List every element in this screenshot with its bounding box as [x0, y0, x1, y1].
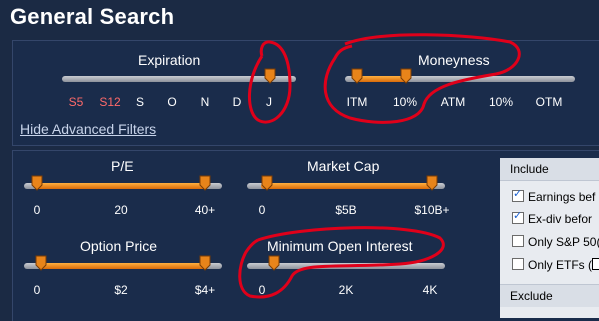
option-price-tick-4plus: $4+ [194, 283, 216, 297]
include-sp500-row[interactable]: Only S&P 50( [512, 235, 599, 249]
option-price-tick-2: $2 [114, 283, 128, 297]
expiration-tick-n: N [200, 95, 210, 109]
market-cap-slider-min-handle[interactable] [261, 175, 273, 191]
min-open-interest-tick-4k: 4K [422, 283, 438, 297]
include-etfs-checkbox[interactable] [512, 258, 524, 270]
pe-tick-0: 0 [33, 203, 41, 217]
market-cap-tick-0: 0 [258, 203, 266, 217]
include-exclude-panel: Include Earnings bef Ex-div befor Only S… [500, 158, 599, 318]
expiration-tick-s: S [135, 95, 145, 109]
pe-tick-40plus: 40+ [194, 203, 216, 217]
include-header: Include [500, 158, 599, 181]
option-price-tick-0: 0 [33, 283, 41, 297]
option-price-slider-range [40, 263, 206, 269]
exclude-header: Exclude [500, 284, 599, 307]
include-sp500-label: Only S&P 50( [528, 235, 599, 249]
etfs-option-box[interactable] [592, 258, 599, 270]
expiration-slider-handle[interactable] [264, 68, 276, 84]
pe-label: P/E [111, 158, 134, 174]
page-title: General Search [10, 4, 175, 29]
include-earnings-checkbox[interactable] [512, 187, 524, 202]
include-etfs-label: Only ETFs ( [528, 258, 593, 272]
include-earnings-row[interactable]: Earnings bef [512, 187, 596, 204]
market-cap-label: Market Cap [307, 158, 380, 174]
moneyness-tick-itm: ITM [346, 95, 368, 109]
market-cap-slider-range [261, 183, 431, 189]
moneyness-slider-max-handle[interactable] [400, 68, 412, 84]
option-price-label: Option Price [80, 238, 158, 254]
include-exdiv-row[interactable]: Ex-div befor [512, 209, 593, 226]
market-cap-tick-10bplus: $10B+ [414, 203, 450, 217]
market-cap-slider-max-handle[interactable] [426, 175, 438, 191]
pe-slider-range [36, 183, 206, 189]
expiration-tick-s5: S5 [68, 95, 84, 109]
option-price-slider-min-handle[interactable] [35, 255, 47, 271]
market-cap-tick-5b: $5B [335, 203, 357, 217]
expiration-tick-s12: S12 [99, 95, 121, 109]
moneyness-label: Moneyness [418, 52, 490, 68]
moneyness-tick-10pct-itm: 10% [392, 95, 418, 109]
hide-advanced-filters-link[interactable]: Hide Advanced Filters [20, 121, 156, 137]
expiration-tick-j: J [266, 95, 272, 109]
moneyness-slider-min-handle[interactable] [351, 68, 363, 84]
pe-tick-20: 20 [114, 203, 128, 217]
expiration-tick-d: D [232, 95, 242, 109]
min-open-interest-slider-handle[interactable] [268, 255, 280, 271]
moneyness-tick-atm: ATM [440, 95, 466, 109]
expiration-label: Expiration [138, 52, 201, 68]
pe-slider-min-handle[interactable] [31, 175, 43, 191]
include-sp500-checkbox[interactable] [512, 235, 524, 247]
expiration-slider-track[interactable] [62, 76, 296, 82]
min-open-interest-tick-2k: 2K [338, 283, 354, 297]
min-open-interest-label: Minimum Open Interest [267, 238, 413, 254]
include-exdiv-label: Ex-div befor [528, 212, 593, 226]
include-earnings-label: Earnings bef [528, 190, 596, 204]
moneyness-tick-otm: OTM [535, 95, 563, 109]
moneyness-tick-10pct-otm: 10% [488, 95, 514, 109]
include-exdiv-checkbox[interactable] [512, 209, 524, 224]
pe-slider-max-handle[interactable] [199, 175, 211, 191]
expiration-tick-o: O [167, 95, 177, 109]
include-etfs-row[interactable]: Only ETFs ( [512, 258, 599, 272]
min-open-interest-tick-0: 0 [258, 283, 266, 297]
option-price-slider-max-handle[interactable] [199, 255, 211, 271]
